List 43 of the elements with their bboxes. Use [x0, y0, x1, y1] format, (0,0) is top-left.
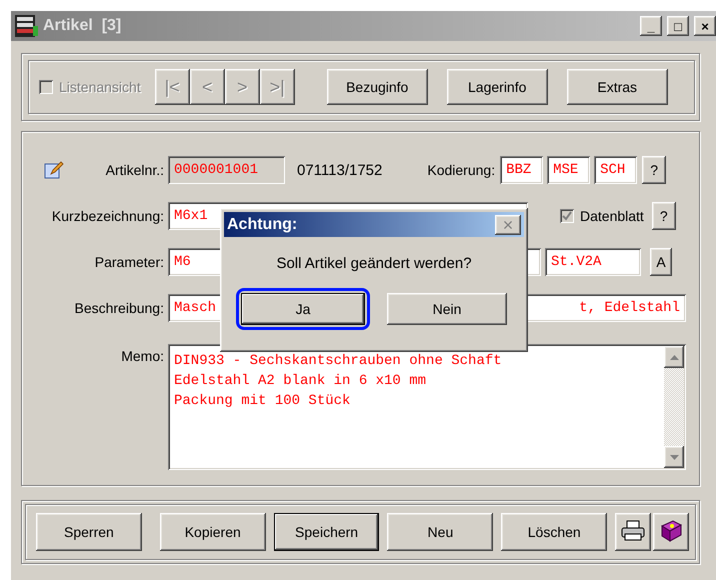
memo-line: Packung mit 100 Stück	[174, 392, 352, 411]
memo-line: DIN933 - Sechskantschrauben ohne Schaft	[174, 352, 503, 371]
dialog-button[interactable]: Ja	[241, 293, 365, 325]
toolbar-button[interactable]: Bezuginfo	[326, 69, 428, 105]
footer-button[interactable]: Löschen	[501, 513, 608, 551]
footer-button[interactable]: Speichern	[274, 513, 380, 551]
toolbar-button[interactable]: Extras	[566, 69, 668, 105]
cabinet-icon	[13, 14, 39, 38]
material-field[interactable]: St.V2A	[545, 248, 641, 276]
printer-icon	[621, 520, 646, 542]
timestamp-text: 071113/1752	[297, 162, 382, 178]
window-title: Artikel [3]	[43, 17, 122, 35]
close-button[interactable]: ×	[694, 16, 716, 36]
memo-label: Memo:	[121, 348, 164, 364]
article-number-label: Artikelnr.:	[106, 162, 164, 178]
list-view-label: Listenansicht	[59, 79, 141, 95]
dialog-title: Achtung:	[227, 216, 298, 234]
minimize-button[interactable]: _	[640, 16, 662, 36]
footer-button[interactable]: Kopieren	[160, 513, 266, 551]
datasheet-label: Datenblatt	[580, 208, 644, 224]
toolbar-button[interactable]: Lagerinfo	[446, 69, 548, 105]
short-name-label: Kurzbezeichnung:	[52, 208, 164, 224]
memo-field[interactable]: DIN933 - Sechskantschrauben ohne Schaft Edelstahl A2 blank in 6 x10 mm Packung mit 100 Stück	[168, 344, 686, 470]
coding-field[interactable]: BBZ	[500, 156, 544, 184]
help-book-button[interactable]	[653, 513, 690, 551]
help-button[interactable]: ?	[642, 156, 666, 184]
coding-field[interactable]: MSE	[547, 156, 590, 184]
footer-button[interactable]: Neu	[387, 513, 494, 551]
down-arrow-icon	[670, 454, 678, 460]
coding-label: Kodierung:	[427, 162, 496, 178]
parameter-label: Parameter:	[94, 254, 164, 270]
print-button[interactable]	[615, 513, 652, 551]
edit-icon[interactable]	[44, 160, 64, 180]
dialog-message: Soll Artikel geändert werden?	[276, 255, 472, 272]
up-arrow-icon	[670, 354, 678, 360]
footer-button[interactable]: Sperren	[36, 513, 142, 551]
coding-field[interactable]: SCH	[594, 156, 638, 184]
memo-line: Edelstahl A2 blank in 6 x10 mm	[174, 372, 428, 391]
description-label: Beschreibung:	[74, 300, 164, 316]
a-button[interactable]: A	[650, 248, 672, 276]
scrollbar[interactable]	[664, 346, 684, 468]
maximize-button[interactable]: □	[667, 16, 689, 36]
dialog-button[interactable]: Nein	[387, 293, 507, 325]
